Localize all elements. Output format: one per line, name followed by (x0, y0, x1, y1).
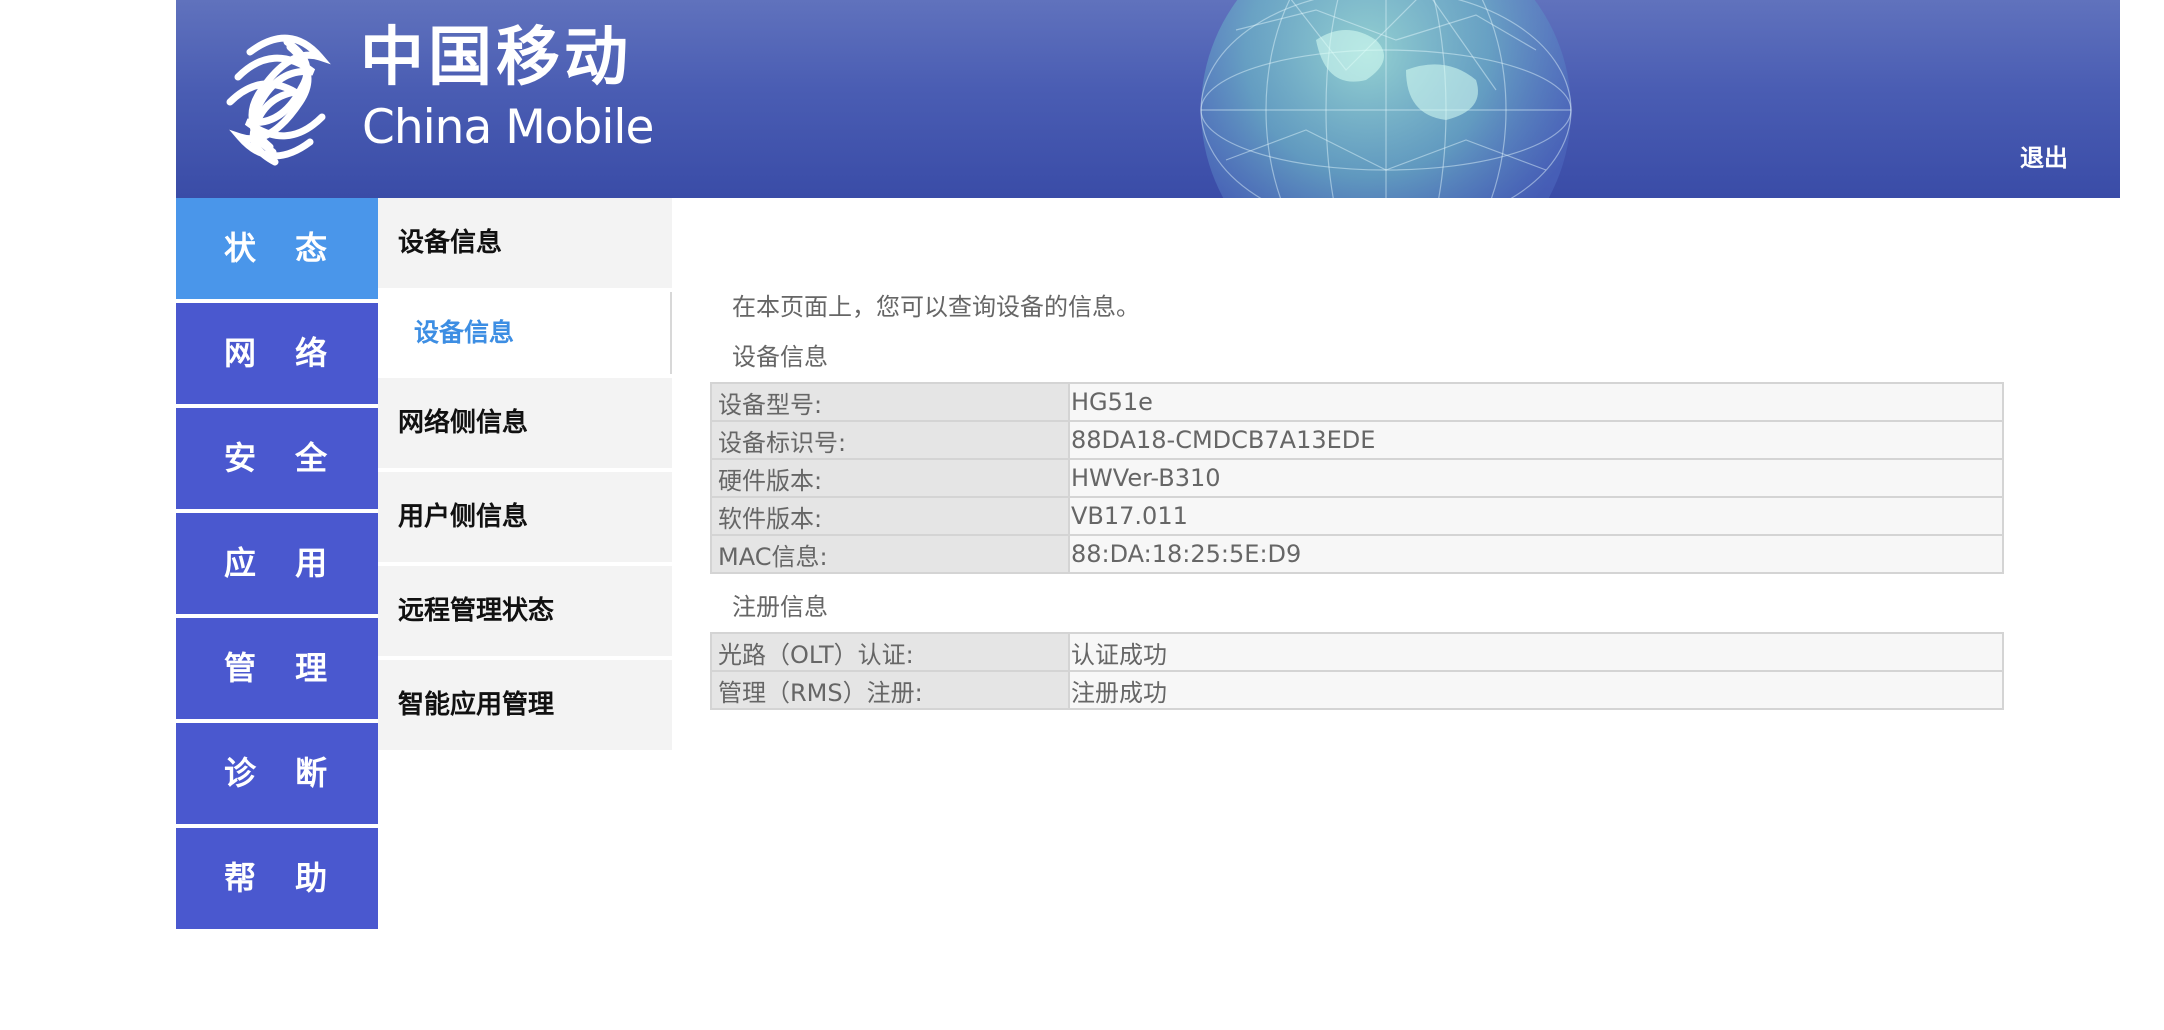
nav-item-security[interactable]: 安 全 (176, 408, 378, 509)
sub-nav-smart-app-management[interactable]: 智能应用管理 (378, 660, 672, 750)
header-banner: 中国移动 China Mobile 退出 (176, 0, 2120, 198)
olt-auth-value: 认证成功 (1068, 632, 2004, 672)
sub-nav-user-side-info[interactable]: 用户侧信息 (378, 472, 672, 562)
table-row: 软件版本: VB17.011 (710, 496, 2004, 536)
nav-item-network[interactable]: 网 络 (176, 303, 378, 404)
globe-graphic (1200, 0, 1572, 198)
sub-nav-device-info[interactable]: 设备信息 (378, 198, 672, 288)
page-intro: 在本页面上，您可以查询设备的信息。 (732, 293, 1140, 321)
device-id-label: 设备标识号: (710, 420, 1070, 460)
brand-name-english: China Mobile (362, 100, 654, 155)
nav-item-diagnosis[interactable]: 诊 断 (176, 723, 378, 824)
table-row: 硬件版本: HWVer-B310 (710, 458, 2004, 498)
table-row: 设备标识号: 88DA18-CMDCB7A13EDE (710, 420, 2004, 460)
hardware-version-label: 硬件版本: (710, 458, 1070, 498)
nav-item-management[interactable]: 管 理 (176, 618, 378, 719)
rms-register-label: 管理（RMS）注册: (710, 670, 1070, 710)
device-id-value: 88DA18-CMDCB7A13EDE (1068, 420, 2004, 460)
nav-item-help[interactable]: 帮 助 (176, 828, 378, 929)
register-info-table: 光路（OLT）认证: 认证成功 管理（RMS）注册: 注册成功 (710, 632, 2004, 710)
china-mobile-logo-icon (226, 34, 331, 166)
brand-name-chinese: 中国移动 (360, 21, 632, 95)
sub-nav-remote-management-status[interactable]: 远程管理状态 (378, 566, 672, 656)
table-row: MAC信息: 88:DA:18:25:5E:D9 (710, 534, 2004, 574)
logout-link[interactable]: 退出 (2020, 138, 2068, 173)
table-row: 设备型号: HG51e (710, 382, 2004, 422)
sub-nav: 设备信息 设备信息 网络侧信息 用户侧信息 远程管理状态 智能应用管理 (378, 198, 672, 754)
table-row: 光路（OLT）认证: 认证成功 (710, 632, 2004, 672)
router-admin-page: 中国移动 China Mobile 退出 状 态 网 络 安 全 应 用 管 理… (0, 0, 2164, 1030)
device-info-table: 设备型号: HG51e 设备标识号: 88DA18-CMDCB7A13EDE 硬… (710, 382, 2004, 574)
table-row: 管理（RMS）注册: 注册成功 (710, 670, 2004, 710)
main-nav: 状 态 网 络 安 全 应 用 管 理 诊 断 帮 助 (176, 198, 378, 933)
device-model-value: HG51e (1068, 382, 2004, 422)
mac-info-value: 88:DA:18:25:5E:D9 (1068, 534, 2004, 574)
rms-register-value: 注册成功 (1068, 670, 2004, 710)
main-content: 在本页面上，您可以查询设备的信息。 设备信息 设备型号: HG51e 设备标识号… (710, 198, 2010, 710)
software-version-value: VB17.011 (1068, 496, 2004, 536)
software-version-label: 软件版本: (710, 496, 1070, 536)
nav-item-status[interactable]: 状 态 (176, 198, 378, 299)
sub-nav-child-device-info[interactable]: 设备信息 (398, 292, 672, 374)
device-info-section-title: 设备信息 (732, 343, 828, 371)
hardware-version-value: HWVer-B310 (1068, 458, 2004, 498)
sub-nav-network-side-info[interactable]: 网络侧信息 (378, 378, 672, 468)
olt-auth-label: 光路（OLT）认证: (710, 632, 1070, 672)
mac-info-label: MAC信息: (710, 534, 1070, 574)
nav-item-application[interactable]: 应 用 (176, 513, 378, 614)
device-model-label: 设备型号: (710, 382, 1070, 422)
register-info-section-title: 注册信息 (732, 593, 828, 621)
